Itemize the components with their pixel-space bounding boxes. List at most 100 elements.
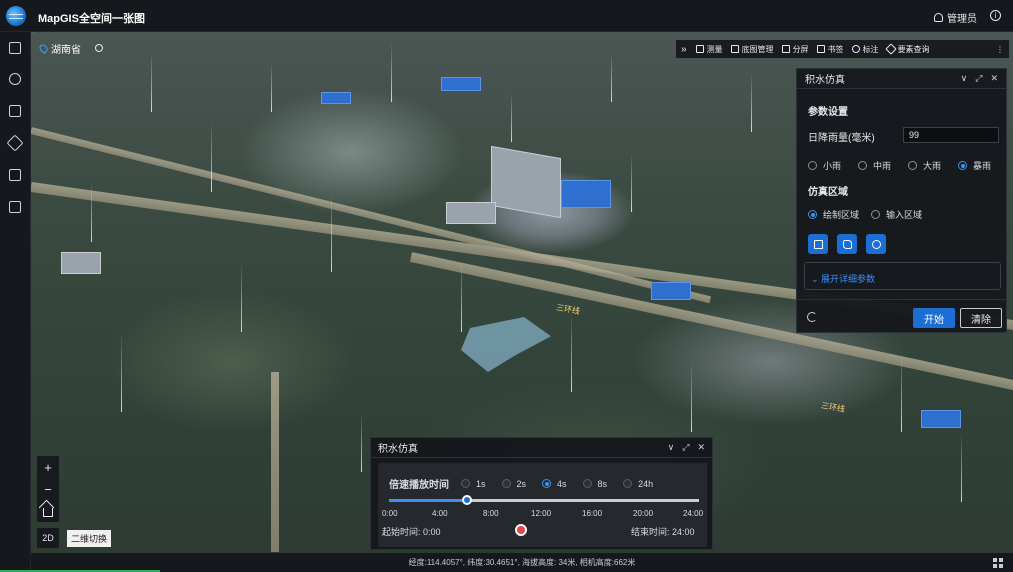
circle-icon — [871, 239, 881, 249]
mode-2d-button[interactable]: 2D — [37, 528, 59, 548]
rain-streak — [691, 362, 692, 432]
tool-feature-query[interactable]: 要素查询 — [883, 40, 934, 58]
analysis-icon[interactable] — [6, 134, 24, 152]
polygon-icon — [842, 239, 852, 249]
rain-streak — [331, 192, 332, 272]
collapse-toolbar-button[interactable]: » — [676, 40, 692, 58]
location-selector[interactable]: 湖南省 — [37, 40, 103, 56]
time-tick: 12:00 — [531, 509, 552, 518]
fullscreen-icon[interactable]: ⤢ — [975, 73, 982, 84]
end-time: 结束时间: 24:00 — [631, 525, 695, 538]
more-icon[interactable]: ⋮ — [991, 40, 1009, 58]
start-button[interactable]: 开始 — [913, 308, 955, 328]
rainfall-label: 日降雨量(毫米) — [808, 133, 875, 144]
building — [921, 410, 961, 428]
flood-simulation-panel: 积水仿真 ∨ ⤢ ✕ 参数设置 日降雨量(毫米) 小雨 中雨 大雨 暴雨 仿真区… — [796, 68, 1007, 333]
grid-icon — [730, 45, 739, 53]
rain-streak — [241, 262, 242, 332]
panel-footer: 开始 清除 — [797, 299, 1006, 332]
home-button[interactable] — [37, 500, 59, 522]
speed-option-label: 4s — [557, 478, 567, 489]
tool-basemap[interactable]: 底图管理 — [727, 40, 778, 58]
layers-icon[interactable] — [9, 73, 21, 85]
draw-polygon-button[interactable] — [837, 234, 857, 254]
draw-circle-button[interactable] — [866, 234, 886, 254]
zoom-in-button[interactable]: + — [37, 456, 59, 478]
rain-streak — [611, 52, 612, 102]
draw-rectangle-button[interactable] — [808, 234, 828, 254]
speed-radio[interactable] — [461, 479, 470, 488]
region-radio-input[interactable] — [871, 210, 881, 219]
building — [441, 77, 481, 91]
top-bar: MapGIS全空间一张图 管理员 i — [0, 0, 1013, 32]
time-slider[interactable] — [389, 495, 699, 505]
time-tick: 0:00 — [382, 509, 398, 518]
region-radio-draw[interactable] — [808, 210, 817, 219]
close-icon[interactable]: ✕ — [990, 73, 998, 84]
playback-panel: 积水仿真 ∨ ⤢ ✕ 倍速播放时间 1s 2s 4s 8s 24h 0:00 4… — [370, 437, 713, 550]
rain-level-radio-moderate[interactable] — [858, 161, 868, 170]
tool-label: 测量 — [706, 44, 723, 54]
time-tick: 24:00 — [683, 509, 704, 518]
expand-label: 展开详细参数 — [821, 274, 876, 284]
speed-group: 倍速播放时间 1s 2s 4s 8s 24h — [389, 476, 653, 492]
speed-option-label: 2s — [516, 478, 527, 489]
rain-level-radio-storm[interactable] — [958, 161, 968, 170]
rain-level-radio-heavy[interactable] — [908, 161, 918, 170]
cube-icon[interactable] — [9, 42, 21, 54]
tool-split-screen[interactable]: 分屏 — [778, 40, 813, 58]
time-tick: 4:00 — [432, 509, 448, 518]
flood-water — [461, 317, 551, 372]
playback-header: 积水仿真 ∨ ⤢ ✕ — [371, 438, 712, 458]
rain-level-label: 中雨 — [873, 161, 892, 171]
rain-streak — [121, 332, 122, 412]
chevron-down-icon[interactable]: ∨ — [668, 442, 675, 453]
speed-radio[interactable] — [501, 479, 511, 488]
playback-body: 倍速播放时间 1s 2s 4s 8s 24h 0:00 4:00 8:00 12… — [378, 463, 707, 547]
time-slider-thumb[interactable] — [461, 495, 472, 505]
tool-label: 底图管理 — [741, 44, 774, 54]
speed-label: 倍速播放时间 — [389, 480, 449, 491]
rain-streak — [901, 352, 902, 432]
pin-icon — [851, 45, 860, 53]
tool-measure[interactable]: 测量 — [692, 40, 727, 58]
search-icon[interactable] — [95, 44, 103, 52]
region-title: 仿真区域 — [808, 187, 848, 198]
panel-header: 积水仿真 ∨ ⤢ ✕ — [797, 69, 1006, 89]
rain-level-radio-light[interactable] — [808, 161, 817, 170]
road-label: 三环线 — [555, 302, 581, 317]
building — [491, 145, 561, 219]
rainfall-input[interactable] — [903, 127, 999, 143]
time-slider-fill — [389, 499, 467, 502]
tool-annotate[interactable]: 标注 — [848, 40, 883, 58]
zoom-out-button[interactable]: − — [37, 478, 59, 500]
monitor-icon[interactable] — [9, 201, 21, 213]
building — [651, 282, 691, 300]
rain-level-label: 暴雨 — [973, 161, 992, 171]
close-icon[interactable]: ✕ — [697, 442, 705, 453]
rain-streak — [461, 262, 462, 332]
start-time: 起始时间: 0:00 — [382, 525, 441, 538]
building — [446, 202, 496, 224]
rain-streak — [271, 62, 272, 112]
left-toolbar — [0, 32, 31, 572]
zoom-controls: + − — [37, 456, 59, 522]
speed-radio[interactable] — [623, 479, 633, 488]
tool-bookmark[interactable]: 书签 — [813, 40, 848, 58]
speed-radio[interactable] — [542, 479, 552, 488]
list-icon[interactable] — [9, 105, 21, 117]
expand-params-toggle[interactable]: ⌄ 展开详细参数 — [804, 262, 1001, 290]
rain-streak — [151, 52, 152, 112]
flag-icon[interactable] — [9, 169, 21, 181]
speed-radio[interactable] — [582, 479, 592, 488]
chevron-down-icon[interactable]: ∨ — [961, 73, 968, 84]
clear-button[interactable]: 清除 — [960, 308, 1002, 328]
params-title: 参数设置 — [808, 107, 848, 118]
building — [321, 92, 351, 104]
fullscreen-icon[interactable]: ⤢ — [682, 442, 689, 453]
grid-icon[interactable] — [993, 558, 1003, 568]
info-icon[interactable]: i — [990, 10, 1001, 21]
bookmark-icon — [816, 45, 825, 53]
user-menu[interactable]: 管理员 — [934, 10, 977, 25]
refresh-icon[interactable] — [807, 312, 817, 322]
